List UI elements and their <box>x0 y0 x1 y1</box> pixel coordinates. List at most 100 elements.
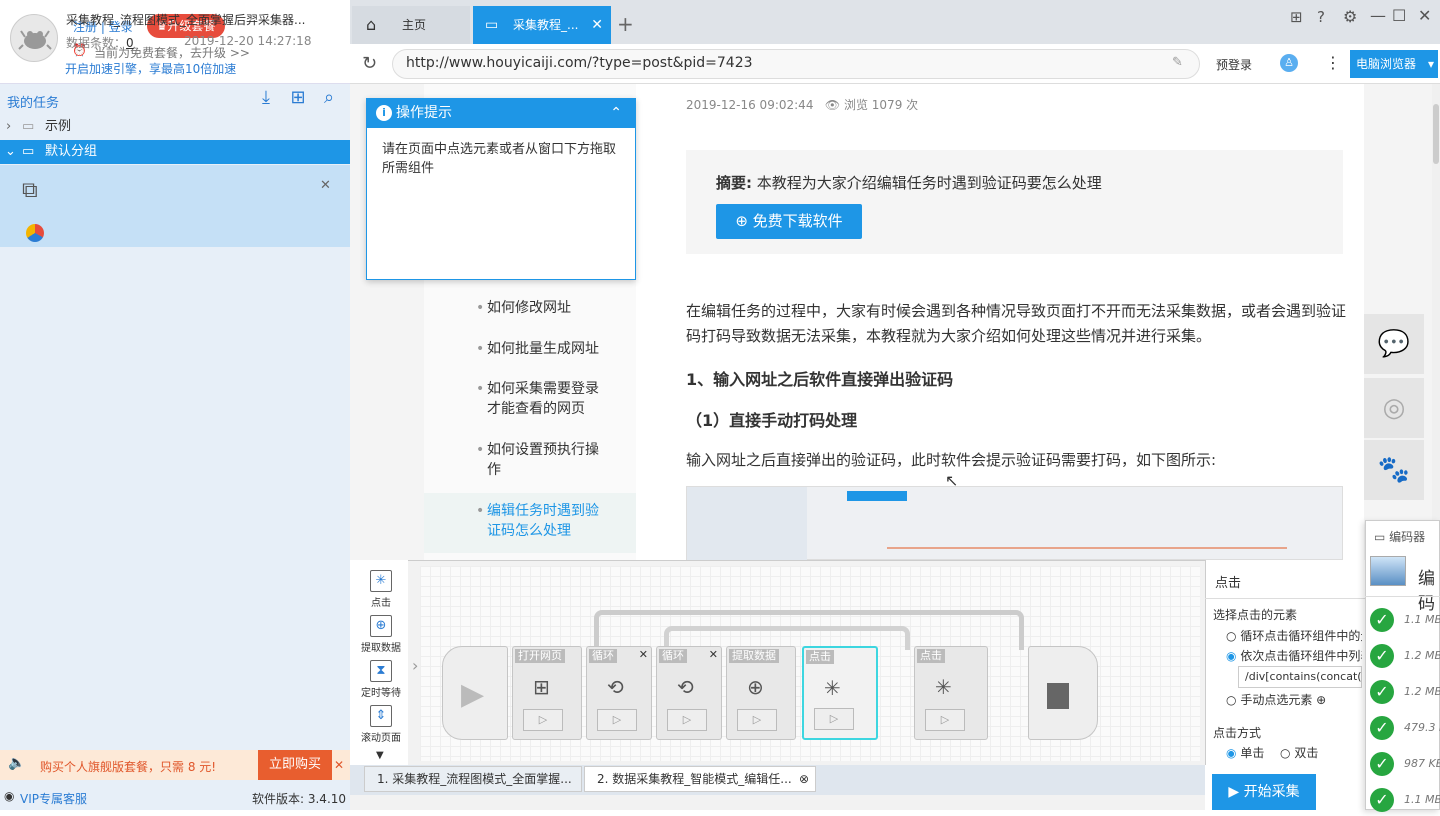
node-play-icon[interactable]: ▷ <box>523 709 563 731</box>
close-window-icon[interactable]: ✕ <box>1418 6 1431 25</box>
new-task-icon[interactable]: ⊞ <box>287 88 309 110</box>
help-icon[interactable]: ? <box>1317 8 1325 26</box>
close-tab-icon[interactable]: ✕ <box>591 6 603 44</box>
method-label: 单击 <box>1240 746 1265 760</box>
close-icon[interactable]: ✕ <box>639 648 648 661</box>
option-sequential-click[interactable]: ◉ 依次点击循环组件中列表 <box>1226 647 1362 664</box>
nav-item-label: 如何采集需要登录才能查看的网页 <box>487 381 599 417</box>
browser-mode-select[interactable]: 电脑浏览器 ▾ <box>1350 50 1438 78</box>
workflow-node[interactable]: 打开网页 ⊞ ▷ <box>512 646 582 740</box>
option-label: 循环点击循环组件中的元素 <box>1240 629 1362 643</box>
close-icon[interactable]: ✕ <box>320 178 331 193</box>
nav-item[interactable]: 如何批量生成网址 <box>476 339 606 359</box>
article-views: 浏览 1079 次 <box>843 98 919 112</box>
user-agent-icon[interactable]: ♙ <box>1280 54 1298 72</box>
edit-url-icon[interactable]: ✎ <box>1172 55 1183 70</box>
download-button[interactable]: ⊕ 免费下载软件 <box>716 204 862 239</box>
end-node[interactable] <box>1028 646 1098 740</box>
vip-service-link[interactable]: VIP专属客服 <box>20 790 87 807</box>
task-name[interactable]: 采集教程_流程图模式_全面掌握后羿采集器... <box>66 11 316 28</box>
file-size: 987 KB <box>1404 757 1440 770</box>
close-tab-icon[interactable]: ⊗ <box>799 767 809 791</box>
wechat-icon[interactable]: 💬 <box>1364 314 1424 374</box>
nav-item-active[interactable]: 编辑任务时遇到验证码怎么处理 <box>476 501 602 541</box>
method-double[interactable]: ○ 双击 <box>1280 744 1318 761</box>
expand-toolbox-icon[interactable]: › <box>412 656 418 675</box>
tree-group-example[interactable]: › ▭ 示例 <box>0 115 350 139</box>
refresh-icon[interactable]: ↻ <box>362 53 377 74</box>
folder-icon: ▭ <box>22 144 35 159</box>
tool-scroll[interactable]: ⇕ 滚动页面 <box>358 705 404 744</box>
maximize-icon[interactable]: ☐ <box>1392 6 1406 25</box>
import-task-icon[interactable]: ⤓ <box>255 88 277 110</box>
workflow-node-selected[interactable]: 点击 ✳ ▷ <box>802 646 878 740</box>
tool-wait[interactable]: ⧗ 定时等待 <box>358 660 404 699</box>
close-icon[interactable]: ✕ <box>334 758 344 772</box>
search-task-icon[interactable]: ⌕ <box>318 88 340 110</box>
tab-tutorial[interactable]: ▭ 采集教程_... ✕ <box>473 6 611 44</box>
option-manual-select[interactable]: ○ 手动点选元素 ⊕ <box>1226 691 1362 708</box>
click-icon: ✳ <box>370 570 392 592</box>
nav-item[interactable]: 如何修改网址 <box>476 298 606 318</box>
tab-label: 主页 <box>402 18 427 32</box>
settings-icon[interactable]: ⚙ <box>1343 7 1357 26</box>
node-play-icon[interactable]: ▷ <box>597 709 637 731</box>
more-menu-icon[interactable]: ⋮ <box>1325 53 1341 72</box>
tool-click[interactable]: ✳ 点击 <box>358 570 404 609</box>
node-play-icon[interactable]: ▷ <box>667 709 707 731</box>
workflow-node[interactable]: 循环 ✕ ⟲ ▷ <box>656 646 722 740</box>
extract-icon: ⊕ <box>370 615 392 637</box>
encoder-item: ✓ 987 KB <box>1370 750 1440 780</box>
new-tab-icon[interactable]: + <box>617 12 634 36</box>
task-count-value[interactable]: 0 <box>126 36 134 50</box>
stop-icon <box>1047 683 1069 709</box>
baidu-icon[interactable]: 🐾 <box>1364 440 1424 500</box>
nav-item[interactable]: 如何设置预执行操作 <box>476 440 602 480</box>
node-play-icon[interactable]: ▷ <box>814 708 854 730</box>
tip-header[interactable]: i 操作提示 ⌃ <box>366 98 636 128</box>
scroll-down-icon[interactable]: ▼ <box>376 750 384 761</box>
task-tab-active[interactable]: 2. 数据采集教程_智能模式_编辑任... ⊗ <box>584 766 816 792</box>
task-count-label: 数据条数： <box>66 36 127 50</box>
minimize-icon[interactable]: — <box>1370 6 1386 25</box>
workflow-node[interactable]: 点击 ✳ ▷ <box>914 646 988 740</box>
method-single[interactable]: ◉ 单击 <box>1226 744 1264 761</box>
avatar[interactable] <box>10 14 58 62</box>
tab-home[interactable]: ⌂ 主页 <box>352 6 470 44</box>
gift-icon[interactable]: ⊞ <box>1290 8 1303 26</box>
nav-item[interactable]: 如何采集需要登录才能查看的网页 <box>476 379 602 419</box>
close-icon[interactable]: ✕ <box>709 648 718 661</box>
page-scrollbar[interactable] <box>1432 84 1440 560</box>
scroll-icon: ⇕ <box>370 705 392 727</box>
node-label: 点击 <box>917 649 945 663</box>
task-tab[interactable]: 1. 采集教程_流程图模式_全面掌握... <box>364 766 582 792</box>
node-label: 点击 <box>806 650 834 664</box>
speaker-icon: 🔈 <box>8 755 26 771</box>
target-icon[interactable]: ⊕ <box>1316 693 1326 707</box>
tip-body: 请在页面中点选元素或者从窗口下方拖取所需组件 <box>382 142 617 176</box>
status-strip <box>350 795 1205 810</box>
tool-extract[interactable]: ⊕ 提取数据 <box>358 615 404 654</box>
buy-now-button[interactable]: 立即购买 <box>258 750 332 780</box>
file-size: 1.1 MB <box>1404 613 1440 626</box>
task-item[interactable] <box>0 165 350 247</box>
accelerate-link[interactable]: 开启加速引擎，享最高10倍加速 <box>65 60 236 77</box>
workflow-node[interactable]: 循环 ✕ ⟲ ▷ <box>586 646 652 740</box>
workflow-node[interactable]: 提取数据 ⊕ ▷ <box>726 646 796 740</box>
tree-group-default[interactable]: ⌄ ▭ 默认分组 <box>0 140 350 164</box>
option-loop-click[interactable]: ○ 循环点击循环组件中的元素 <box>1226 627 1362 644</box>
node-label: 循环 <box>589 649 617 663</box>
start-collect-button[interactable]: ▶ 开始采集 <box>1212 774 1316 810</box>
start-node[interactable]: ▶ <box>442 646 508 740</box>
tab-label: 采集教程_... <box>513 18 579 32</box>
download-icon: ⊕ <box>735 212 748 230</box>
weibo-icon[interactable]: ◎ <box>1364 378 1424 438</box>
collapse-icon[interactable]: ⌃ <box>610 98 622 128</box>
node-play-icon[interactable]: ▷ <box>925 709 965 731</box>
divider <box>1365 596 1440 597</box>
info-icon: i <box>376 105 392 121</box>
node-label: 打开网页 <box>515 649 565 663</box>
prelogin-button[interactable]: 预登录 <box>1216 56 1252 73</box>
node-play-icon[interactable]: ▷ <box>737 709 777 731</box>
xpath-input[interactable]: /div[contains(concat(' ' <box>1238 666 1362 688</box>
